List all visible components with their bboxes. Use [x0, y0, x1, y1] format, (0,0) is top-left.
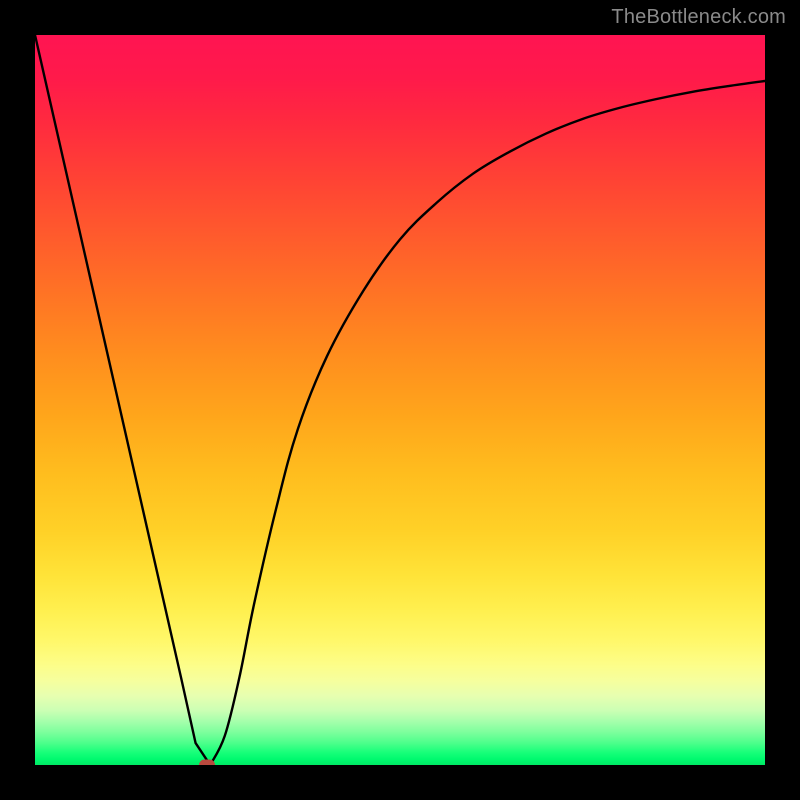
attribution-text: TheBottleneck.com: [611, 6, 786, 29]
bottleneck-curve: [35, 35, 765, 765]
optimal-point-marker: [199, 760, 215, 766]
plot-area: [35, 35, 765, 765]
chart-frame: TheBottleneck.com: [0, 0, 800, 800]
